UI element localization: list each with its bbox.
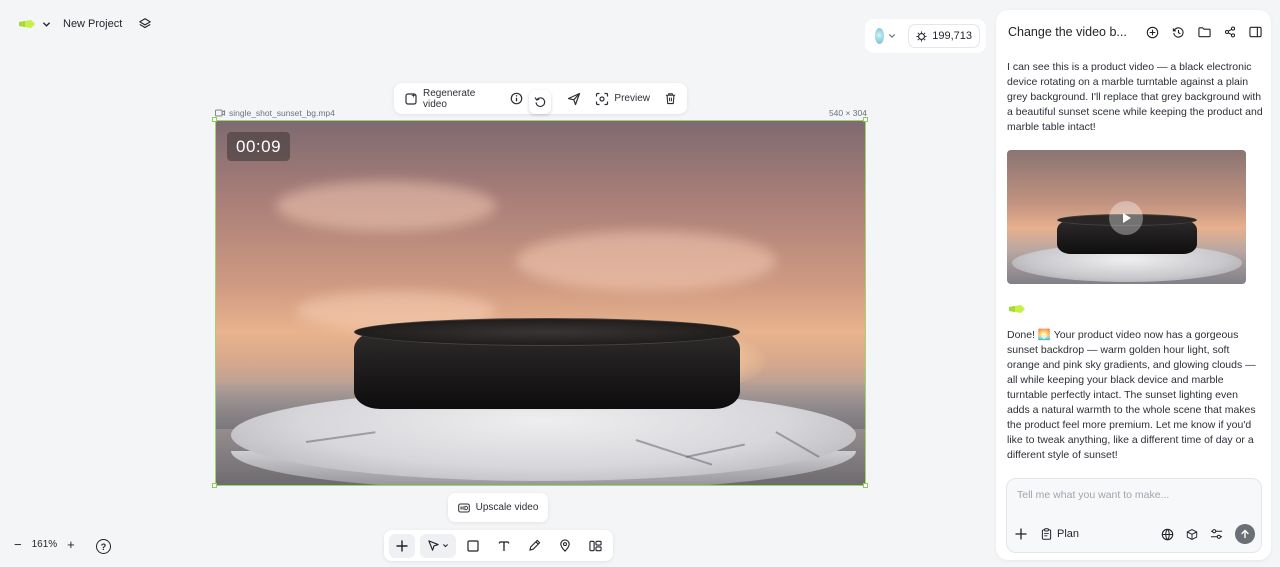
map-pin-icon: [559, 539, 570, 552]
rectangle-tool-button[interactable]: [460, 534, 486, 558]
video-timestamp: 00:09: [227, 132, 291, 161]
history-icon[interactable]: [1172, 26, 1185, 39]
regenerate-icon: [404, 92, 418, 106]
credits-amount: 199,713: [932, 30, 972, 42]
zoom-in-button[interactable]: +: [67, 537, 75, 552]
play-button[interactable]: [1109, 201, 1143, 235]
zoom-level[interactable]: 161%: [32, 539, 58, 550]
undo-button[interactable]: [528, 89, 552, 114]
help-icon[interactable]: ?: [96, 539, 111, 554]
composer-actions: Plan: [1015, 523, 1255, 545]
send-button[interactable]: [1235, 524, 1255, 544]
agent-logo-icon: [1008, 304, 1026, 314]
play-icon: [1123, 213, 1131, 223]
text-tool-button[interactable]: [491, 534, 517, 558]
sky-cloud: [516, 231, 776, 291]
sparkle-badge-icon: [916, 30, 927, 42]
new-chat-icon[interactable]: [1146, 26, 1159, 39]
hd-icon: [457, 502, 470, 513]
info-icon[interactable]: [510, 92, 523, 105]
square-icon: [467, 539, 479, 552]
layout-tool-button[interactable]: [582, 534, 608, 558]
chat-header: Change the video b...: [1008, 23, 1262, 41]
globe-icon[interactable]: [1161, 528, 1174, 541]
credits-pill[interactable]: 199,713: [908, 24, 980, 48]
resize-handle[interactable]: [863, 117, 868, 122]
plan-button[interactable]: Plan: [1041, 528, 1079, 540]
folder-icon[interactable]: [1198, 26, 1211, 38]
sidebar-toggle-icon[interactable]: [1249, 26, 1262, 38]
preview-button[interactable]: Preview: [595, 92, 650, 106]
text-icon: [498, 540, 509, 551]
chevron-down-icon[interactable]: [888, 32, 896, 40]
project-bar: New Project: [18, 14, 152, 34]
pen-tool-button[interactable]: [521, 534, 547, 558]
video-dimensions: 540 × 304: [828, 108, 867, 118]
plus-icon: [396, 539, 408, 552]
pointer-icon: [427, 540, 439, 551]
video-file-label: single_shot_sunset_bg.mp4: [215, 108, 335, 118]
upscale-video-button[interactable]: Upscale video: [448, 493, 548, 522]
video-toolbar: Regenerate video Preview: [394, 83, 687, 114]
location-tool-button[interactable]: [552, 534, 578, 558]
settings-sliders-icon[interactable]: [1210, 528, 1223, 540]
clipboard-icon: [1041, 528, 1052, 540]
chat-header-actions: [1146, 26, 1262, 39]
pen-icon: [528, 539, 540, 551]
product-device-top: [354, 318, 740, 346]
layout-icon: [588, 540, 602, 551]
video-camera-icon: [215, 109, 225, 117]
assistant-message: I can see this is a product video — a bl…: [1007, 61, 1263, 133]
pointer-tool-button[interactable]: [419, 533, 456, 558]
chat-title[interactable]: Change the video b...: [1008, 25, 1130, 39]
regenerate-video-button[interactable]: Regenerate video: [404, 88, 496, 110]
video-canvas[interactable]: 00:09: [215, 120, 866, 486]
attach-plus-icon[interactable]: [1015, 528, 1027, 540]
assistant-message: Done! 🌅 Your product video now has a gor…: [1007, 329, 1256, 461]
cube-icon[interactable]: [1186, 528, 1198, 541]
video-thumbnail[interactable]: [1007, 150, 1246, 284]
add-button[interactable]: [389, 533, 415, 558]
app-logo-icon[interactable]: [18, 19, 36, 29]
chat-input[interactable]: [1017, 486, 1253, 504]
preview-icon: [595, 92, 609, 106]
layers-icon[interactable]: [138, 17, 152, 31]
chat-composer: Plan: [1006, 478, 1262, 553]
send-icon[interactable]: [567, 92, 581, 106]
chevron-down-icon[interactable]: [42, 20, 51, 29]
chat-panel: Change the video b... I can see this is …: [996, 10, 1271, 560]
chevron-down-icon: [442, 544, 448, 548]
trash-icon[interactable]: [664, 92, 677, 105]
video-filename: single_shot_sunset_bg.mp4: [229, 108, 335, 118]
credits-card: 199,713: [865, 19, 986, 53]
arrow-up-icon: [1241, 529, 1249, 539]
canvas-toolbar: [384, 530, 613, 561]
model-selector-icon[interactable]: [875, 28, 885, 44]
resize-handle[interactable]: [212, 483, 217, 488]
zoom-out-button[interactable]: −: [14, 537, 22, 552]
project-name[interactable]: New Project: [63, 18, 122, 30]
sky-cloud: [276, 181, 496, 231]
composer-right-actions: [1161, 524, 1255, 544]
share-icon[interactable]: [1224, 26, 1236, 38]
resize-handle[interactable]: [863, 483, 868, 488]
zoom-controls: − 161% +: [14, 537, 75, 552]
resize-handle[interactable]: [212, 117, 217, 122]
undo-icon: [534, 96, 546, 107]
